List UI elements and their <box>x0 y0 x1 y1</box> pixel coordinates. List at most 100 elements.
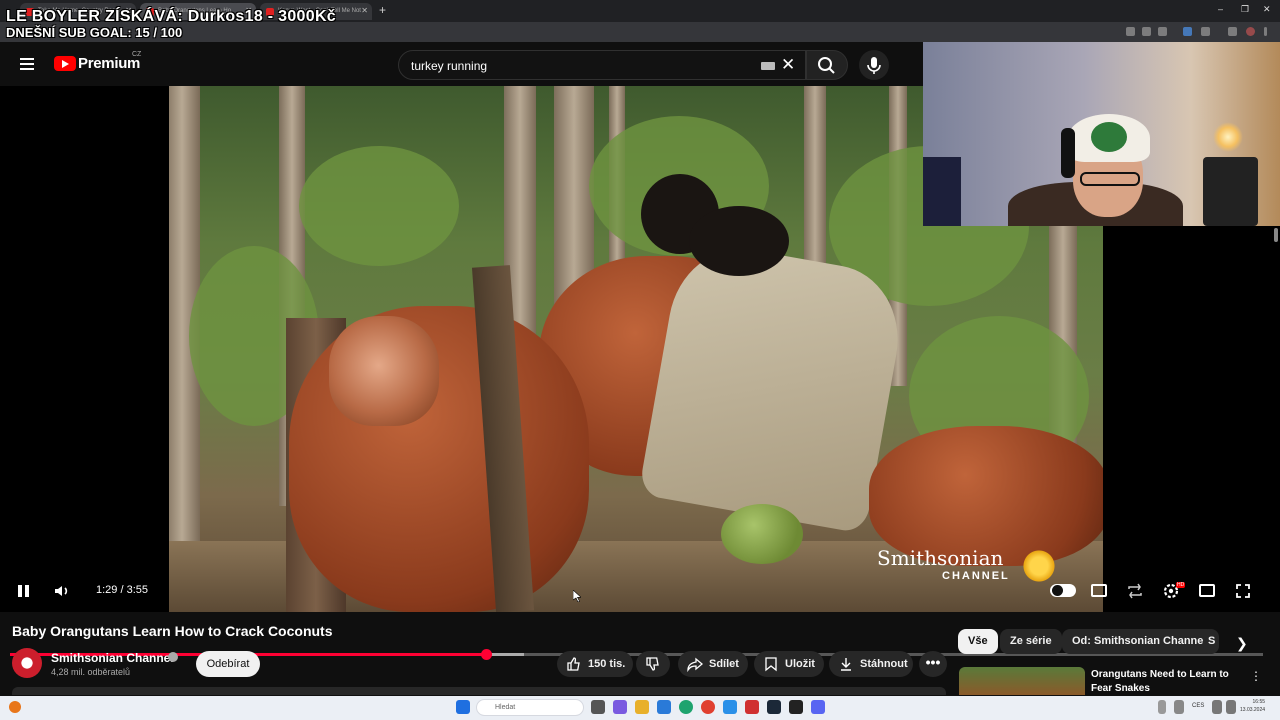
autoplay-toggle[interactable] <box>1050 584 1076 597</box>
cast-icon[interactable] <box>1142 27 1151 36</box>
app-icon[interactable] <box>745 700 759 714</box>
watermark-name: Smithsonian <box>877 546 1004 570</box>
taskbar-search-input[interactable]: Hledat <box>476 699 584 716</box>
speaker <box>1203 157 1258 226</box>
search-input-value[interactable]: turkey running <box>411 59 487 73</box>
scrollbar-thumb[interactable] <box>1274 228 1278 242</box>
subscriber-count: 4,28 mil. odběratelů <box>51 667 131 677</box>
menu-hamburger-icon[interactable] <box>20 58 34 70</box>
clear-search-icon[interactable]: ✕ <box>781 55 795 75</box>
windows-taskbar: Hledat CES 16:55 13.03.2024 <box>0 696 1280 720</box>
bookmark-star-icon[interactable] <box>1158 27 1167 36</box>
steam-icon[interactable] <box>767 700 781 714</box>
keyboard-icon[interactable] <box>761 62 775 70</box>
browser-menu-icon[interactable] <box>1264 27 1267 36</box>
thumbs-up-icon <box>567 657 580 671</box>
subscribe-button[interactable]: Odebírat <box>196 651 260 677</box>
youtube-logo-icon[interactable] <box>54 56 76 71</box>
mouse-cursor-icon <box>573 590 581 602</box>
minimize-button[interactable]: – <box>1218 4 1223 14</box>
save-button[interactable]: Uložit <box>754 651 824 677</box>
related-video-title[interactable]: Orangutans Need to Learn to Fear Snakes <box>1091 668 1231 696</box>
headset <box>1061 128 1075 178</box>
widgets-icon[interactable] <box>613 700 627 714</box>
download-button[interactable]: Stáhnout <box>829 651 913 677</box>
more-actions-button[interactable]: ••• <box>919 651 947 677</box>
stream-donation-overlay: LE BOYLER ZÍSKÁVÁ: Durkos18 - 3000Kč <box>6 8 336 25</box>
country-code: CZ <box>132 51 142 58</box>
voice-search-button[interactable] <box>859 50 889 80</box>
edge-icon[interactable] <box>679 700 693 714</box>
theater-mode-icon[interactable] <box>1199 584 1215 597</box>
start-windows-icon[interactable] <box>456 700 470 714</box>
chevron-right-icon[interactable]: ❯ <box>1236 635 1248 652</box>
clock-date: 13.03.2024 <box>1240 707 1266 713</box>
new-tab-button[interactable]: + <box>379 3 386 17</box>
chip-from-channel[interactable]: Od: Smithsonian Channel <box>1062 629 1217 654</box>
channel-name[interactable]: Smithsonian Channel <box>51 651 174 665</box>
network-icon[interactable] <box>1212 700 1222 714</box>
share-arrow-icon <box>687 657 703 672</box>
task-view-icon[interactable] <box>591 700 605 714</box>
maximize-button[interactable]: ❐ <box>1241 4 1249 15</box>
clock[interactable]: 16:55 13.03.2024 <box>1240 698 1265 714</box>
input-language[interactable]: CES <box>1192 703 1204 709</box>
app-icon[interactable] <box>723 700 737 714</box>
like-count: 150 tis. <box>588 658 626 670</box>
microphone-icon <box>867 57 881 74</box>
hd-badge: HD <box>1176 582 1186 588</box>
file-explorer-icon[interactable] <box>635 700 649 714</box>
bookmark-icon <box>765 657 777 672</box>
profile-avatar-icon[interactable] <box>1246 27 1255 36</box>
extensions-puzzle-icon[interactable] <box>1201 27 1210 36</box>
channel-watermark: Smithsonian CHANNEL <box>877 546 1057 584</box>
discord-icon[interactable] <box>811 700 825 714</box>
description-box[interactable] <box>12 687 946 695</box>
chip-partial[interactable]: S <box>1203 629 1219 654</box>
related-video-menu-icon[interactable]: ⋮ <box>1250 669 1262 683</box>
dislike-button[interactable] <box>636 651 670 677</box>
search-icon <box>818 57 835 74</box>
streamer-webcam <box>923 42 1280 226</box>
chrome-icon[interactable] <box>701 700 715 714</box>
obs-icon[interactable] <box>789 700 803 714</box>
monitor <box>923 157 961 226</box>
time-display: 1:29 / 3:55 <box>96 584 148 596</box>
like-button[interactable]: 150 tis. <box>557 651 633 677</box>
close-window-button[interactable]: ✕ <box>1263 4 1271 15</box>
related-video-thumbnail[interactable] <box>959 667 1085 695</box>
clock-time: 16:55 <box>1252 699 1266 705</box>
subtitles-icon[interactable] <box>1091 584 1107 597</box>
tray-app-icon[interactable] <box>1174 700 1184 714</box>
mail-icon[interactable] <box>657 700 671 714</box>
search-button[interactable] <box>806 50 848 80</box>
search-input[interactable]: turkey running ✕ <box>398 50 806 80</box>
close-tab-icon[interactable]: ✕ <box>361 6 368 15</box>
chip-all[interactable]: Vše <box>958 629 998 654</box>
verified-check-icon <box>168 652 178 662</box>
watermark-sub: CHANNEL <box>942 570 1010 582</box>
pause-button[interactable] <box>14 581 34 601</box>
extension-icon[interactable] <box>1183 27 1192 36</box>
youtube-logo-text[interactable]: Premium <box>78 55 140 72</box>
video-title: Baby Orangutans Learn How to Crack Cocon… <box>12 623 333 639</box>
reading-list-icon[interactable] <box>1228 27 1237 36</box>
progress-scrubber[interactable] <box>481 649 493 660</box>
volume-icon <box>55 586 68 596</box>
share-button[interactable]: Sdílet <box>678 651 748 677</box>
loop-button[interactable] <box>1125 581 1145 601</box>
sun-logo-icon <box>1021 548 1057 584</box>
channel-avatar[interactable] <box>12 648 42 678</box>
tray-chevron-icon[interactable] <box>1158 700 1166 714</box>
fullscreen-button[interactable] <box>1233 581 1253 601</box>
zoom-icon[interactable] <box>1126 27 1135 36</box>
volume-button[interactable] <box>52 581 72 601</box>
wall-lamp <box>1213 122 1243 152</box>
volume-tray-icon[interactable] <box>1226 700 1236 714</box>
cap-logo <box>1091 122 1127 152</box>
weather-icon[interactable] <box>9 701 21 713</box>
chip-series[interactable]: Ze série <box>1000 629 1062 654</box>
download-icon <box>841 658 851 671</box>
fullscreen-icon <box>1236 584 1250 598</box>
youtube-header: Premium CZ turkey running ✕ <box>0 42 923 86</box>
